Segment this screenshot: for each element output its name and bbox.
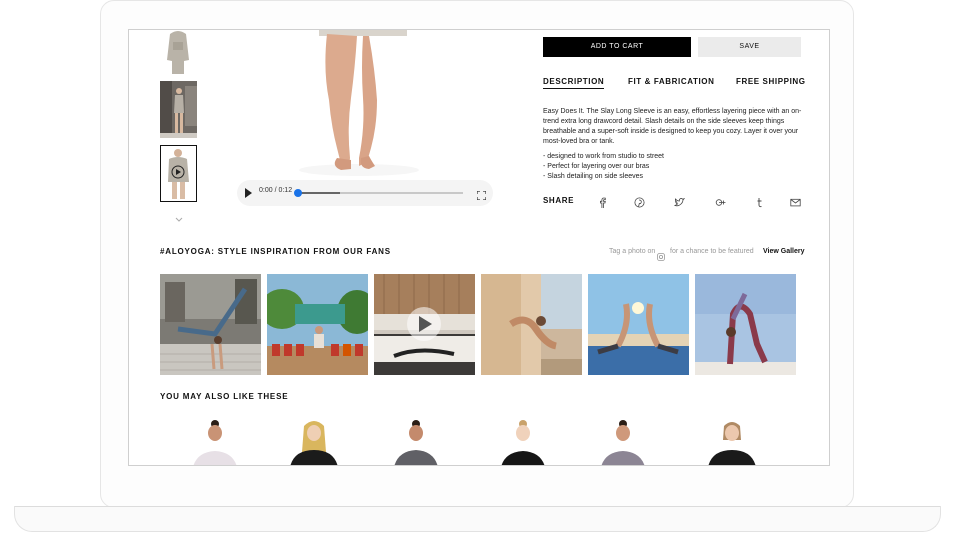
tab-description[interactable]: DESCRIPTION [543, 77, 605, 89]
save-button[interactable]: SAVE [698, 37, 801, 57]
video-progress-track[interactable] [294, 189, 463, 197]
view-gallery-link[interactable]: View Gallery [763, 248, 805, 255]
instagram-icon[interactable] [657, 248, 665, 261]
gallery-video-studio[interactable] [374, 274, 475, 375]
fullscreen-icon[interactable] [476, 187, 487, 201]
gallery-photo-partner-yoga[interactable] [588, 274, 689, 375]
recommended-product[interactable] [187, 418, 243, 465]
video-controls: 0:00 / 0:12 [237, 180, 493, 206]
twitter-icon[interactable] [673, 195, 686, 207]
recommended-product[interactable] [704, 418, 760, 465]
feature-item: - designed to work from studio to street [543, 153, 664, 160]
google-plus-icon[interactable] [715, 195, 726, 206]
video-time: 0:00 / 0:12 [259, 187, 293, 194]
tab-free-shipping[interactable]: FREE SHIPPING [736, 77, 806, 86]
feature-item: - Perfect for layering over our bras [543, 163, 650, 170]
thumbnail-street-photo[interactable] [160, 81, 197, 138]
product-features-list: - designed to work from studio to street… [543, 152, 805, 182]
tag-prefix-text: Tag a photo on [609, 248, 656, 255]
thumbnail-hoodie-front[interactable] [160, 30, 197, 75]
browser-screen: 0:00 / 0:12 ADD TO CART SAVE DESCRIPTION… [128, 29, 830, 466]
share-label: SHARE [543, 196, 575, 205]
tumblr-icon[interactable] [754, 195, 765, 208]
tag-suffix-text: for a chance to be featured [670, 248, 754, 255]
facebook-icon[interactable] [597, 195, 608, 208]
pinterest-icon[interactable] [634, 195, 645, 208]
gallery-photo-wall-pose[interactable] [481, 274, 582, 375]
chevron-down-icon[interactable] [175, 210, 183, 222]
recommended-product[interactable] [595, 418, 651, 465]
product-main-image [279, 30, 439, 180]
play-icon[interactable] [245, 188, 252, 198]
recommended-product[interactable] [286, 418, 342, 465]
thumbnail-video-selected[interactable] [160, 145, 197, 202]
add-to-cart-button[interactable]: ADD TO CART [543, 37, 691, 57]
inspiration-title: #ALOYOGA: STYLE INSPIRATION FROM OUR FAN… [160, 247, 391, 256]
product-description: Easy Does It. The Slay Long Sleeve is an… [543, 108, 802, 145]
laptop-base [14, 506, 941, 532]
video-progress-fill [297, 192, 340, 194]
gallery-photo-backbend-beach[interactable] [695, 274, 796, 375]
gallery-photo-group-outdoors[interactable] [267, 274, 368, 375]
email-icon[interactable] [790, 195, 801, 207]
recommended-product[interactable] [495, 418, 551, 465]
gallery-photo-handstand-street[interactable] [160, 274, 261, 375]
recommended-product[interactable] [388, 418, 444, 465]
recommendations-title: YOU MAY ALSO LIKE THESE [160, 392, 289, 401]
video-scrubber[interactable] [294, 189, 302, 197]
tab-fit-fabrication[interactable]: FIT & FABRICATION [628, 77, 715, 86]
feature-item: - Slash detailing on side sleeves [543, 173, 644, 180]
